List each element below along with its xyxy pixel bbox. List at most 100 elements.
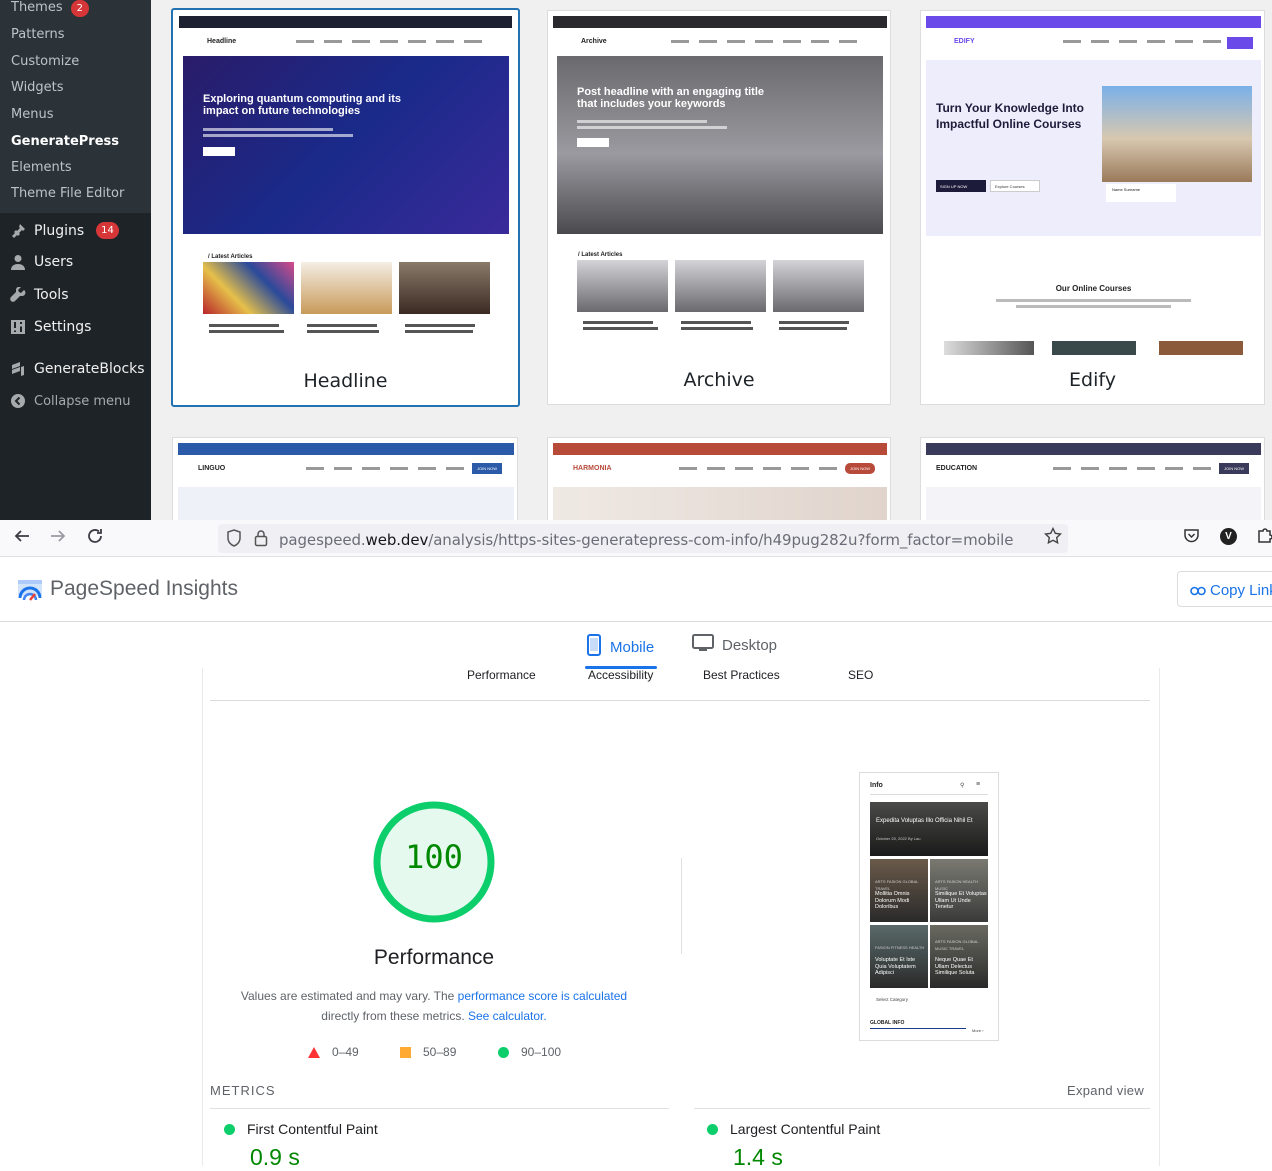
template-card-archive[interactable]: Archive Post headline with an engaging t… (547, 10, 891, 405)
menu-settings[interactable]: Settings (10, 319, 91, 335)
link-icon (1190, 583, 1206, 600)
submenu-elements[interactable]: Elements (11, 160, 72, 175)
template-preview-headline: Headline Exploring quantum computing and… (179, 16, 512, 356)
phone-search-icon: ⚲ (960, 783, 965, 789)
reload-icon[interactable] (85, 526, 105, 552)
preview-instructor: Name Surname (1106, 184, 1176, 202)
menu-tools[interactable]: Tools (10, 286, 69, 303)
wp-admin-screen: Themes 2 Patterns Customize Widgets Menu… (0, 0, 1272, 520)
metrics-heading: METRICS (210, 1083, 276, 1098)
preview-brand: EDUCATION (936, 465, 978, 472)
category-tab-accessibility[interactable]: Accessibility (588, 668, 653, 682)
menu-users[interactable]: Users (10, 254, 73, 270)
tracking-shield-icon[interactable] (226, 529, 242, 551)
extensions-puzzle-icon[interactable] (1256, 527, 1272, 549)
category-tab-seo[interactable]: SEO (848, 668, 873, 682)
performance-score-label: Performance (373, 946, 495, 969)
performance-score-link[interactable]: performance score is calculated (458, 989, 627, 1003)
phone-hero-post: Expedita Voluptas Illo Officia Nihil Et … (870, 802, 988, 856)
category-tab-best-practices[interactable]: Best Practices (703, 668, 780, 682)
settings-icon (10, 319, 26, 335)
see-calculator-link[interactable]: See calculator. (468, 1009, 547, 1023)
template-preview-edify: EDIFY Turn Your Knowledge Into Impactful… (926, 16, 1261, 356)
template-card-linguo[interactable]: LINGUO JOIN NOW (172, 437, 518, 520)
preview-cta: JOIN NOW (845, 463, 875, 474)
mobile-phone-icon (586, 634, 602, 660)
score-description: Values are estimated and may vary. The p… (226, 986, 642, 1026)
address-bar[interactable]: pagespeed.web.dev/analysis/https-sites-g… (218, 524, 1068, 553)
preview-brand: HARMONIA (573, 465, 612, 472)
preview-signup-button: SIGN UP NOW (936, 180, 986, 192)
bookmark-star-icon[interactable] (1043, 526, 1063, 550)
preview-brand: Headline (207, 38, 237, 45)
template-card-harmonia[interactable]: HARMONIA JOIN NOW (547, 437, 891, 520)
appearance-submenu: Themes 2 Patterns Customize Widgets Menu… (0, 0, 151, 213)
submenu-customize[interactable]: Customize (11, 54, 79, 69)
wrench-icon (10, 286, 26, 303)
preview-section-label: Our Online Courses (1055, 284, 1132, 293)
copy-link-button[interactable]: Copy Link (1177, 571, 1272, 607)
forward-arrow-icon[interactable] (48, 526, 68, 552)
back-arrow-icon[interactable] (12, 526, 32, 552)
url-text: pagespeed.web.dev/analysis/https-sites-g… (279, 531, 1013, 549)
menu-generateblocks-label: GenerateBlocks (34, 361, 145, 377)
red-triangle-icon (308, 1046, 320, 1058)
phone-hero-meta: October 20, 2022 By Lau (876, 836, 921, 841)
pagespeed-logo-icon[interactable] (16, 576, 44, 604)
legend-pass: 90–100 (498, 1045, 561, 1059)
collapse-menu-button[interactable]: Collapse menu (10, 393, 131, 409)
phone-menu-icon: ≡ (976, 781, 981, 788)
generateblocks-icon (10, 361, 26, 377)
menu-plugins[interactable]: Plugins 14 (10, 222, 119, 239)
wp-admin-sidebar: Themes 2 Patterns Customize Widgets Menu… (0, 0, 151, 520)
tab-desktop[interactable]: Desktop (692, 634, 777, 656)
metrics-divider (210, 1108, 669, 1109)
submenu-generatepress[interactable]: GeneratePress (11, 134, 119, 149)
legend-fail: 0–49 (308, 1045, 359, 1059)
submenu-patterns[interactable]: Patterns (11, 27, 65, 42)
preview-section-label: / Latest Articles (208, 254, 253, 260)
submenu-theme-file-editor[interactable]: Theme File Editor (11, 186, 124, 201)
phone-site-name: Info (870, 782, 883, 789)
phone-more-link: More › (972, 1028, 984, 1033)
preview-cta: JOIN NOW (472, 463, 502, 474)
metric-lcp-value: 1.4 s (733, 1144, 783, 1170)
final-screenshot: Info ⚲ ≡ Expedita Voluptas Illo Officia … (859, 772, 999, 1041)
category-tab-performance[interactable]: Performance (467, 668, 536, 682)
submenu-widgets[interactable]: Widgets (11, 80, 64, 95)
lock-icon[interactable] (254, 529, 268, 550)
pocket-icon[interactable] (1183, 527, 1200, 549)
preview-hero-title: Post headline with an engaging title tha… (577, 86, 765, 110)
menu-users-label: Users (34, 254, 74, 270)
menu-plugins-label: Plugins (34, 222, 85, 239)
tab-mobile[interactable]: Mobile (586, 634, 654, 660)
green-circle-icon (224, 1123, 235, 1135)
user-icon (10, 254, 26, 270)
legend-pass-label: 90–100 (521, 1045, 562, 1059)
submenu-menus[interactable]: Menus (11, 107, 53, 122)
extension-v-icon[interactable]: V (1220, 528, 1237, 545)
collapse-arrow-icon (10, 393, 26, 409)
menu-generateblocks[interactable]: GenerateBlocks (10, 361, 145, 377)
submenu-themes[interactable]: Themes 2 (11, 0, 89, 17)
phone-tile-title: Mollitia Omnis Dolorum Modi Doloribus (875, 891, 910, 910)
expand-view-toggle[interactable]: Expand view (1067, 1083, 1144, 1098)
app-title: PageSpeed Insights (50, 577, 238, 600)
preview-brand: Archive (581, 38, 607, 45)
preview-hero-title: Turn Your Knowledge Into Impactful Onlin… (936, 101, 1084, 131)
preview-brand: LINGUO (198, 465, 226, 472)
plug-icon (10, 223, 26, 239)
metric-fcp: First Contentful Paint (224, 1121, 378, 1137)
submenu-themes-label: Themes (11, 0, 63, 15)
preview-section-label: / Latest Articles (578, 252, 623, 258)
template-card-education[interactable]: EDUCATION JOIN NOW (920, 437, 1265, 520)
metric-fcp-value: 0.9 s (250, 1144, 300, 1170)
copy-link-label: Copy Link (1210, 582, 1272, 599)
tab-mobile-label: Mobile (610, 638, 655, 656)
template-card-edify[interactable]: EDIFY Turn Your Knowledge Into Impactful… (920, 10, 1265, 405)
phone-post-tile: FASION FITNESS HEALTH Voluptate Et Iste … (870, 925, 928, 988)
template-card-headline[interactable]: Headline Exploring quantum computing and… (171, 8, 520, 407)
tab-desktop-label: Desktop (722, 636, 778, 654)
score-desc-text-2: directly from these metrics. (321, 1009, 468, 1023)
menu-settings-label: Settings (34, 319, 92, 335)
